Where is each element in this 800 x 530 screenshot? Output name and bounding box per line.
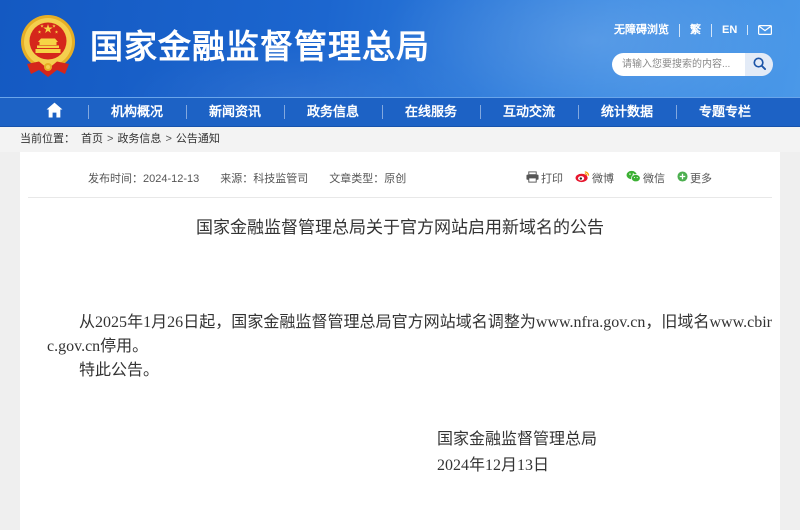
printer-icon [526, 170, 541, 186]
wechat-label: 微信 [643, 173, 665, 185]
main-nav: 机构概况 新闻资讯 政务信息 在线服务 互动交流 统计数据 专题专栏 [0, 97, 800, 127]
mail-icon[interactable] [747, 25, 773, 35]
article-body: 从2025年1月26日起，国家金融监督管理总局官方网站域名调整为www.nfra… [20, 311, 780, 383]
source-value: 科技监管司 [253, 173, 309, 185]
meta-divider [28, 197, 772, 198]
english-link[interactable]: EN [711, 23, 747, 37]
more-share-button[interactable]: 更多 [677, 170, 712, 186]
breadcrumb-separator: > [107, 133, 114, 145]
type-value: 原创 [384, 173, 407, 185]
weibo-share-button[interactable]: 微博 [575, 170, 614, 186]
national-emblem-icon[interactable] [20, 12, 76, 80]
site-title[interactable]: 国家金融监督管理总局 [90, 25, 430, 69]
source-label: 来源： [220, 173, 254, 185]
nav-item-online-services[interactable]: 在线服务 [382, 98, 480, 126]
article-signature: 国家金融监督管理总局 2024年12月13日 [437, 427, 780, 479]
more-label: 更多 [690, 173, 712, 185]
breadcrumb-notices-link[interactable]: 公告通知 [176, 133, 220, 145]
wechat-icon [626, 170, 643, 186]
breadcrumb-separator: > [165, 133, 172, 145]
publish-date: 发布时间：2024-12-13 [88, 170, 199, 186]
breadcrumb-label: 当前位置： [20, 133, 75, 145]
wechat-share-button[interactable]: 微信 [626, 170, 665, 186]
breadcrumb: 当前位置： 首页 > 政务信息 > 公告通知 [0, 127, 800, 152]
plus-circle-icon [677, 171, 690, 185]
search-input[interactable] [612, 53, 745, 76]
traditional-chinese-link[interactable]: 繁 [679, 23, 711, 37]
search-box [612, 53, 773, 76]
search-button[interactable] [745, 53, 773, 76]
article-source: 来源：科技监管司 [220, 170, 308, 186]
article-paragraph: 从2025年1月26日起，国家金融监督管理总局官方网站域名调整为www.nfra… [47, 314, 772, 355]
nav-item-statistics[interactable]: 统计数据 [578, 98, 676, 126]
article-type: 文章类型：原创 [329, 170, 406, 186]
article-paragraph: 特此公告。 [79, 362, 160, 379]
article-meta: 发布时间：2024-12-13 来源：科技监管司 文章类型：原创 打印 微博 微… [20, 152, 780, 188]
nav-item-interaction[interactable]: 互动交流 [480, 98, 578, 126]
article-panel: 发布时间：2024-12-13 来源：科技监管司 文章类型：原创 打印 微博 微… [20, 152, 780, 530]
article-title: 国家金融监督管理总局关于官方网站启用新域名的公告 [196, 218, 604, 237]
nav-item-news[interactable]: 新闻资讯 [186, 98, 284, 126]
print-button[interactable]: 打印 [526, 170, 563, 186]
weibo-label: 微博 [592, 173, 614, 185]
home-icon [46, 102, 63, 123]
top-links: 无障碍浏览 繁 EN [614, 23, 773, 37]
site-header: 国家金融监督管理总局 无障碍浏览 繁 EN [0, 0, 800, 97]
nav-item-institution[interactable]: 机构概况 [88, 98, 186, 126]
nav-home[interactable] [20, 98, 88, 126]
accessibility-link[interactable]: 无障碍浏览 [614, 24, 679, 37]
breadcrumb-government-info-link[interactable]: 政务信息 [117, 133, 161, 145]
publish-date-label: 发布时间： [88, 173, 143, 185]
nav-item-government-info[interactable]: 政务信息 [284, 98, 382, 126]
publish-date-value: 2024-12-13 [143, 173, 200, 185]
search-icon [752, 56, 766, 73]
signature-date: 2024年12月13日 [437, 457, 550, 474]
breadcrumb-home-link[interactable]: 首页 [81, 133, 103, 145]
weibo-icon [575, 170, 592, 186]
signature-organization: 国家金融监督管理总局 [437, 431, 598, 448]
share-toolbar: 打印 微博 微信 更多 [526, 168, 712, 188]
print-label: 打印 [541, 173, 563, 185]
nav-item-special-topics[interactable]: 专题专栏 [676, 98, 774, 126]
type-label: 文章类型： [329, 173, 385, 185]
